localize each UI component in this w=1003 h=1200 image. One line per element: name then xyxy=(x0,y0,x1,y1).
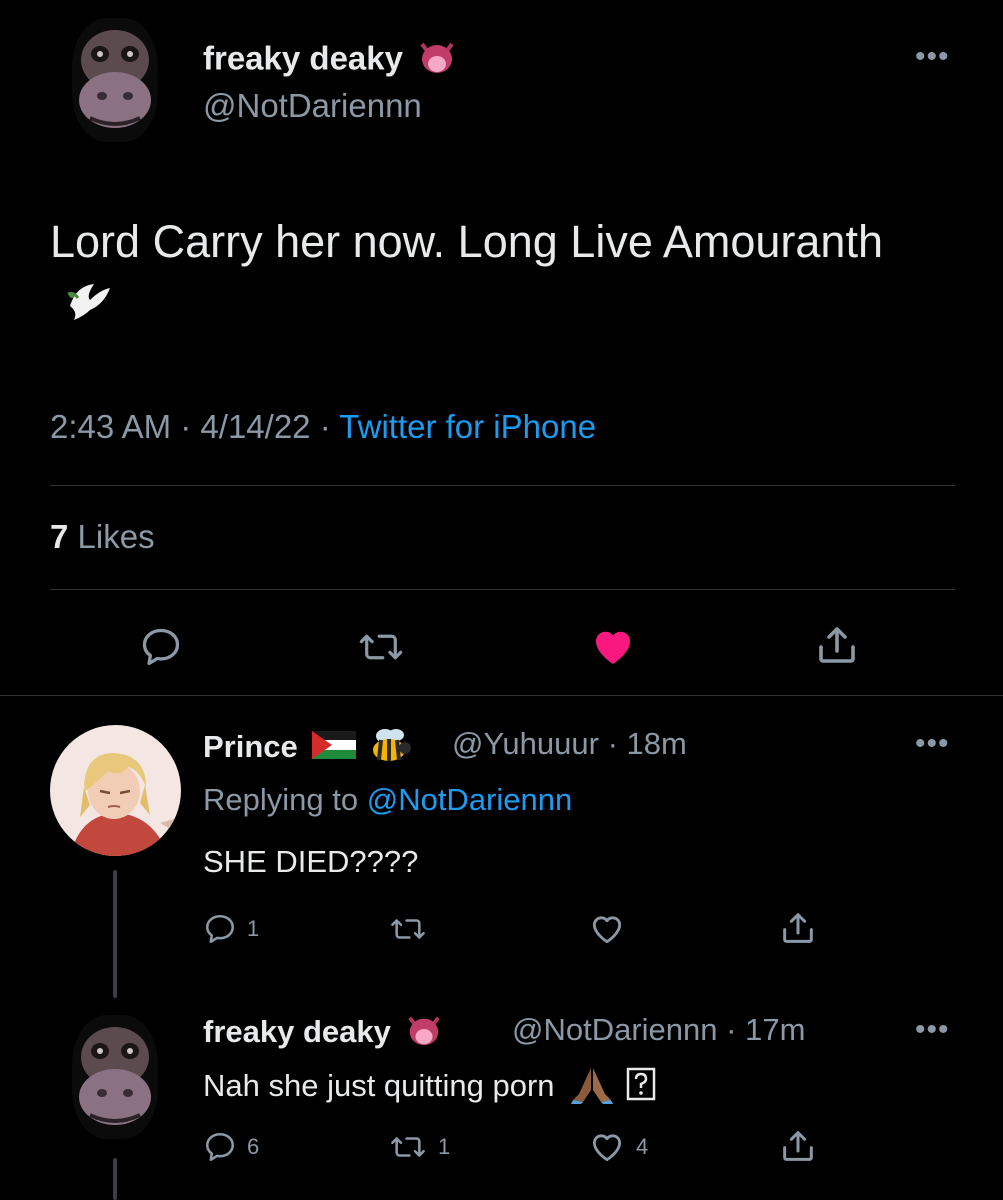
reply2-author-avatar[interactable] xyxy=(72,1015,158,1139)
palestine-flag-emoji xyxy=(312,731,357,767)
thread-connector-line xyxy=(113,870,117,998)
share-icon xyxy=(783,913,813,943)
reply2-reply-count: 6 xyxy=(247,1134,260,1159)
reply-icon xyxy=(142,628,180,666)
reply1-like-button[interactable] xyxy=(588,910,626,948)
reply-icon xyxy=(205,914,235,944)
likes-label: Likes xyxy=(77,518,155,555)
reply2-handle[interactable]: @NotDariennn xyxy=(512,1012,718,1047)
tweet-thread-page: freaky deaky @NotDariennn ••• Lord Carry… xyxy=(0,0,1003,1200)
main-tweet-meta: 2:43 AM · 4/14/22 · Twitter for iPhone xyxy=(50,408,596,446)
anime-avatar-image xyxy=(50,725,181,856)
tweet-date: 4/14/22 xyxy=(200,408,311,445)
hippo-avatar-image xyxy=(72,1015,158,1139)
reply2-like-count: 4 xyxy=(636,1134,649,1159)
unknown-glyph-box xyxy=(626,1067,656,1109)
reply1-retweet-button[interactable] xyxy=(388,912,428,946)
replying-to-mention[interactable]: @NotDariennn xyxy=(367,782,573,817)
reply2-reply-button[interactable]: 6 xyxy=(203,1130,259,1164)
reply1-handle-time: @Yuhuuur · 18m xyxy=(452,726,687,761)
reply1-reply-button[interactable]: 1 xyxy=(203,912,259,946)
reply2-handle-time: @NotDariennn · 17m xyxy=(512,1012,806,1047)
reply2-author-name[interactable]: freaky deaky xyxy=(203,1012,442,1056)
share-icon xyxy=(783,1131,813,1161)
reply2-retweet-button[interactable]: 1 xyxy=(388,1130,450,1164)
heart-outline-icon xyxy=(592,1134,622,1162)
tongue-face-emoji xyxy=(406,1012,442,1056)
main-author-handle[interactable]: @NotDariennn xyxy=(203,87,422,125)
reply2-retweet-count: 1 xyxy=(438,1134,451,1159)
reply2-time: 17m xyxy=(745,1012,806,1047)
tongue-face-emoji xyxy=(418,38,456,84)
retweet-icon xyxy=(359,634,403,660)
main-tweet-text: Lord Carry her now. Long Live Amouranth xyxy=(50,210,950,343)
divider xyxy=(50,589,955,590)
share-button[interactable] xyxy=(813,621,861,669)
meta-separator: · xyxy=(180,408,192,445)
like-button[interactable] xyxy=(589,622,637,670)
main-author-avatar[interactable] xyxy=(72,18,158,142)
reply2-like-button[interactable]: 4 xyxy=(588,1128,648,1166)
divider xyxy=(0,695,1003,696)
heart-filled-icon xyxy=(595,631,631,664)
reply1-handle[interactable]: @Yuhuuur xyxy=(452,726,599,761)
thread-connector-line xyxy=(113,1158,117,1200)
reply2-more-options-icon[interactable]: ••• xyxy=(915,1013,950,1047)
divider xyxy=(50,485,955,486)
reply-button[interactable] xyxy=(139,625,183,669)
retweet-icon xyxy=(391,919,425,939)
dove-emoji xyxy=(64,276,114,343)
replying-to-line: Replying to @NotDariennn xyxy=(203,782,573,817)
share-icon xyxy=(819,627,855,663)
praying-hands-emoji xyxy=(569,1064,615,1112)
reply2-text: Nah she just quitting porn xyxy=(203,1064,656,1112)
retweet-icon xyxy=(391,1137,425,1157)
main-author-name[interactable]: freaky deaky xyxy=(203,38,456,84)
reply2-share-button[interactable] xyxy=(778,1126,818,1166)
reply1-author-avatar[interactable] xyxy=(50,725,181,856)
tweet-time: 2:43 AM xyxy=(50,408,172,445)
tweet-source-link[interactable]: Twitter for iPhone xyxy=(339,408,596,445)
retweet-button[interactable] xyxy=(356,625,406,669)
reply1-text: SHE DIED???? xyxy=(203,844,419,879)
reply1-more-options-icon[interactable]: ••• xyxy=(915,727,950,761)
main-more-options-icon[interactable]: ••• xyxy=(915,40,950,74)
reply1-reply-count: 1 xyxy=(247,916,260,941)
heart-outline-icon xyxy=(592,916,622,944)
reply-icon xyxy=(205,1132,235,1162)
likes-count: 7 xyxy=(50,518,69,555)
hippo-avatar-image xyxy=(72,18,158,142)
reply1-share-button[interactable] xyxy=(778,908,818,948)
bee-emoji xyxy=(369,726,413,772)
likes-summary[interactable]: 7 Likes xyxy=(50,518,155,556)
reply1-time: 18m xyxy=(626,726,687,761)
meta-separator: · xyxy=(319,408,331,445)
reply1-author-name[interactable]: Prince xyxy=(203,726,413,772)
